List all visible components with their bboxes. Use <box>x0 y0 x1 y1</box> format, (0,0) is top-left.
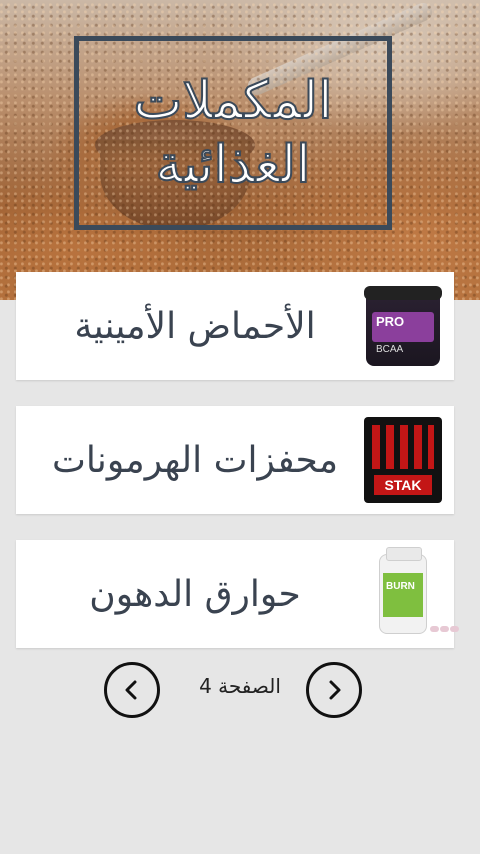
category-label: الأحماض الأمينية <box>74 305 316 347</box>
pro-bcaa-tub-icon: PRO BCAA <box>364 286 442 366</box>
thumb-brand-text: PRO <box>376 314 405 329</box>
category-thumb: PRO BCAA <box>358 281 448 371</box>
pagination: الصفحة 4 <box>0 660 480 718</box>
category-label: محفزات الهرمونات <box>51 439 339 481</box>
category-card-amino-acids[interactable]: PRO BCAA الأحماض الأمينية <box>16 272 454 380</box>
category-thumb: BURN <box>358 547 459 639</box>
chevron-right-icon <box>329 680 341 700</box>
header-banner: المكملات الغذائية <box>0 0 480 300</box>
page-title-frame: المكملات الغذائية <box>74 36 392 230</box>
category-thumb: STAK <box>358 415 448 505</box>
burn-bottle-icon: BURN <box>379 547 459 634</box>
chevron-left-icon <box>125 680 137 700</box>
thumb-brand-text: STAK <box>374 475 432 495</box>
category-label: حوارق الدهون <box>89 573 301 615</box>
thumb-brand-text: BURN <box>386 581 415 592</box>
animal-stak-box-icon: STAK <box>364 417 442 503</box>
prev-page-button[interactable] <box>104 662 160 718</box>
next-page-button[interactable] <box>306 662 362 718</box>
page-title-line1: المكملات <box>132 70 333 132</box>
page-indicator: الصفحة 4 <box>199 674 281 698</box>
category-card-fat-burners[interactable]: BURN حوارق الدهون <box>16 540 459 648</box>
thumb-product-text: BCAA <box>376 344 404 355</box>
category-card-hormone-boosters[interactable]: STAK محفزات الهرمونات <box>16 406 454 514</box>
page-title-line2: الغذائية <box>154 134 311 196</box>
